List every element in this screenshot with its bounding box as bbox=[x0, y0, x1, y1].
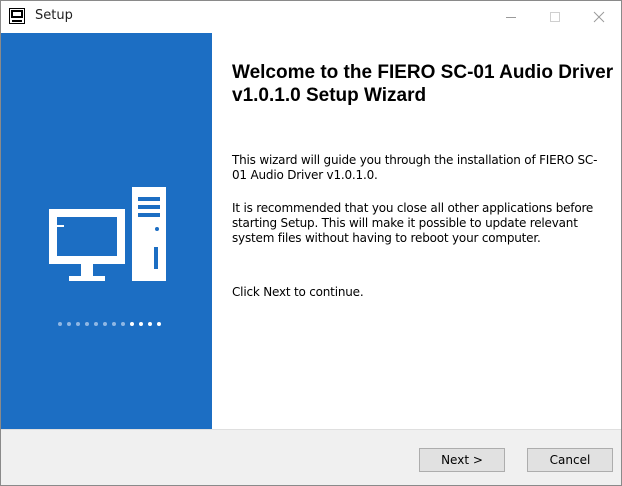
wizard-banner bbox=[1, 33, 212, 429]
title-bar[interactable]: Setup bbox=[1, 1, 621, 33]
minimize-icon[interactable] bbox=[489, 1, 533, 33]
continue-instruction: Click Next to continue. bbox=[232, 285, 364, 299]
close-icon[interactable] bbox=[577, 1, 621, 33]
next-button[interactable]: Next > bbox=[419, 448, 505, 472]
progress-dots bbox=[58, 322, 161, 326]
intro-text: This wizard will guide you through the i… bbox=[232, 153, 598, 182]
maximize-icon bbox=[533, 1, 577, 33]
window-title: Setup bbox=[35, 8, 73, 23]
installer-icon bbox=[9, 8, 25, 24]
recommendation-text: It is recommended that you close all oth… bbox=[232, 201, 594, 245]
page-title: Welcome to the FIERO SC-01 Audio Driver … bbox=[232, 62, 614, 106]
wizard-content: Welcome to the FIERO SC-01 Audio Driver … bbox=[212, 33, 621, 429]
cancel-button[interactable]: Cancel bbox=[527, 448, 613, 472]
button-bar: Next > Cancel bbox=[1, 429, 621, 485]
setup-window: Setup Welcome to the FIERO SC-01 Audio D… bbox=[0, 0, 622, 486]
desktop-computer-icon bbox=[49, 187, 166, 281]
